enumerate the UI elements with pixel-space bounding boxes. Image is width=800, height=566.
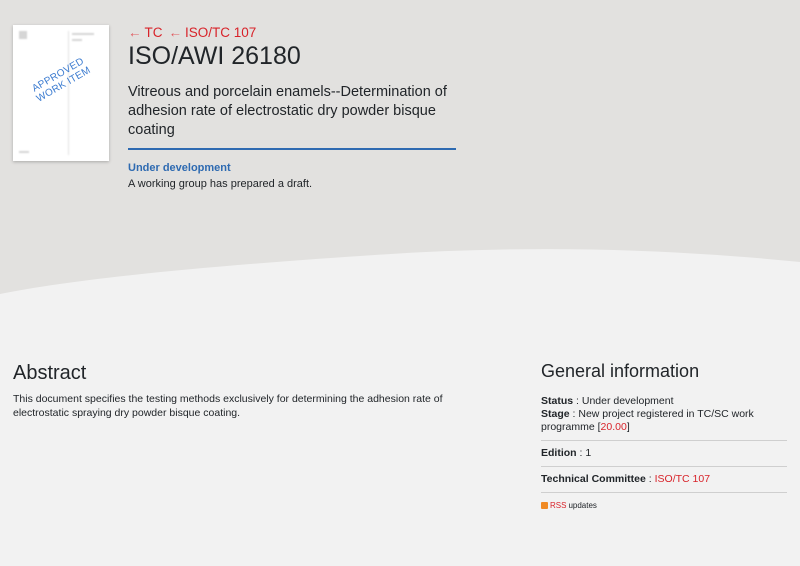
stage-code-link[interactable]: 20.00 [601, 421, 627, 433]
edition-group: Edition : 1 [541, 441, 787, 467]
rss-link[interactable]: RSS [550, 499, 566, 512]
status-value: Under development [581, 395, 674, 407]
rss-icon [541, 502, 548, 509]
breadcrumb-iso-tc-107-link[interactable]: ISO/TC 107 [185, 25, 256, 40]
technical-committee-link[interactable]: ISO/TC 107 [655, 473, 710, 485]
title-divider [128, 148, 456, 150]
left-arrow-icon: ← [128, 25, 142, 40]
rss-updates: RSS updates [541, 499, 787, 512]
general-info-list: Status : Under development Stage : New p… [541, 394, 787, 512]
rss-suffix: updates [568, 501, 597, 510]
status-stage-group: Status : Under development Stage : New p… [541, 394, 787, 441]
hero-background [0, 0, 800, 300]
abstract-heading: Abstract [13, 362, 87, 384]
edition-key: Edition [541, 447, 577, 459]
document-subtitle: Vitreous and porcelain enamels--Determin… [128, 84, 447, 138]
left-arrow-icon: ← [168, 25, 183, 40]
status-key: Status [541, 395, 574, 407]
general-info-heading: General information [541, 361, 700, 381]
technical-committee-key: Technical Committee [541, 473, 646, 485]
stage-row: Stage : New project registered in TC/SC … [541, 408, 754, 433]
document-thumbnail: APPROVED WORK ITEM [13, 25, 109, 161]
breadcrumb-tc-link[interactable]: TC [145, 25, 163, 40]
stage-key: Stage [541, 408, 570, 420]
status-row: Status : Under development [541, 395, 674, 407]
breadcrumb: ← TC ← ISO/TC 107 [128, 25, 256, 40]
technical-committee-row: Technical Committee : ISO/TC 107 [541, 473, 711, 485]
page-title: ISO/AWI 26180 [128, 42, 301, 70]
stage-value: New project registered in TC/SC work pro… [541, 408, 754, 433]
edition-row: Edition : 1 [541, 447, 592, 459]
status-description: A working group has prepared a draft. [128, 178, 313, 190]
edition-value: 1 [585, 447, 592, 459]
technical-committee-group: Technical Committee : ISO/TC 107 [541, 467, 787, 493]
approved-work-item-stamp: APPROVED WORK ITEM [30, 55, 93, 105]
abstract-text: This document specifies the testing meth… [13, 393, 443, 419]
status-link[interactable]: Under development [128, 162, 231, 174]
